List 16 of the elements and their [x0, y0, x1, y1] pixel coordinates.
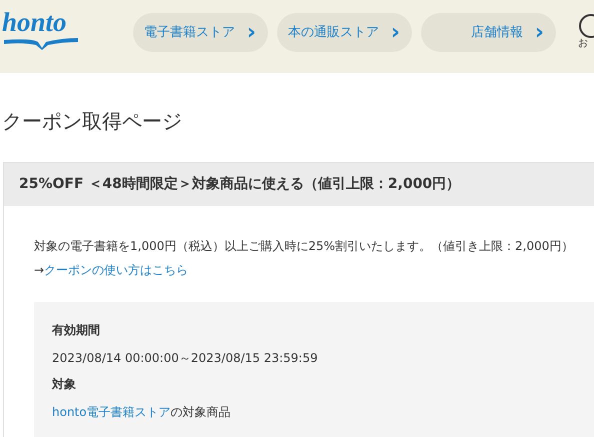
detail-label: 対象: [52, 376, 77, 393]
logo-swoosh-icon: [2, 36, 80, 50]
coupon-description: 対象の電子書籍を1,000円（税込）以上ご購入時に25%割引いたします。（値引き上限：2,000円）: [34, 238, 574, 255]
nav-button[interactable]: 電子書籍ストア ›: [133, 13, 268, 52]
detail-label: 有効期間: [52, 322, 101, 339]
page-title: クーポン取得ページ: [2, 108, 183, 135]
logo[interactable]: honto: [2, 8, 67, 36]
usage-link[interactable]: クーポンの使い方はこちら: [44, 263, 188, 277]
arrow-text: →: [34, 263, 44, 277]
detail-value: 2023/08/14 00:00:00～2023/08/15 23:59:59: [52, 351, 318, 365]
notice-label: お: [578, 39, 588, 49]
coupon-title: 25%OFF ＜48時間限定＞対象商品に使える（値引上限：2,000円）: [4, 163, 594, 206]
store-link[interactable]: honto電子書籍ストア: [52, 405, 171, 419]
detail-value: の対象商品: [170, 405, 231, 419]
nav-button[interactable]: 店舗情報 ›: [421, 13, 556, 52]
nav-button[interactable]: 本の通販ストア ›: [277, 13, 412, 52]
